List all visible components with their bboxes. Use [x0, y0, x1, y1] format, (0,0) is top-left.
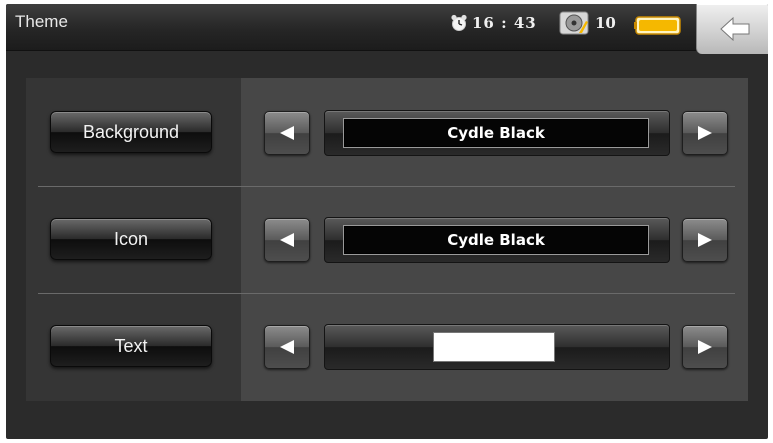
background-value-display: Cydle Black [324, 110, 670, 156]
status-bar: Theme 16 : 43 10 [6, 4, 768, 54]
arrow-right-icon [698, 340, 712, 354]
arrow-right-icon [698, 126, 712, 140]
icon-button[interactable]: Icon [50, 218, 212, 260]
text-next-button[interactable] [682, 325, 728, 369]
text-color-display [324, 324, 670, 370]
background-setting-row: Background Cydle Black [26, 78, 748, 184]
arrow-left-icon [280, 126, 294, 140]
icon-setting-row: Icon Cydle Black [26, 185, 748, 291]
background-prev-button[interactable] [264, 111, 310, 155]
settings-panel: Background Cydle Black Icon Cydle Black [26, 78, 748, 401]
icon-next-button[interactable] [682, 218, 728, 262]
arrow-left-icon [280, 340, 294, 354]
text-prev-button[interactable] [264, 325, 310, 369]
back-button[interactable] [696, 4, 768, 54]
arrow-left-icon [280, 233, 294, 247]
text-color-swatch [433, 332, 555, 362]
page-title: Theme [15, 12, 68, 31]
battery-icon [634, 16, 681, 35]
icon-value: Cydle Black [343, 225, 649, 255]
background-value: Cydle Black [343, 118, 649, 148]
icon-prev-button[interactable] [264, 218, 310, 262]
arrow-right-icon [698, 233, 712, 247]
background-button[interactable]: Background [50, 111, 212, 153]
icon-value-display: Cydle Black [324, 217, 670, 263]
text-setting-row: Text [26, 292, 748, 398]
disc-count: 10 [595, 14, 616, 32]
back-arrow-icon [720, 16, 750, 42]
alarm-clock-icon [451, 14, 467, 31]
disc-icon [559, 11, 589, 35]
clock-time: 16 : 43 [472, 14, 537, 32]
text-button[interactable]: Text [50, 325, 212, 367]
background-next-button[interactable] [682, 111, 728, 155]
theme-screen: Theme 16 : 43 10 Background Cydle Black … [6, 4, 768, 439]
